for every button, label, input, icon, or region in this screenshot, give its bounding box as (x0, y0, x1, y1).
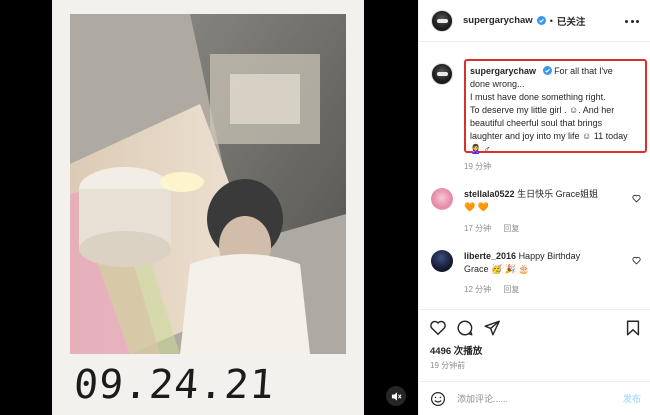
post-comment-button[interactable]: 发布 (623, 392, 641, 405)
emoji-icon[interactable] (430, 391, 446, 407)
comment-input[interactable] (457, 393, 597, 404)
like-comment-heart-icon[interactable] (632, 194, 641, 203)
post-media[interactable]: 09.24.21 (0, 0, 418, 415)
following-button[interactable]: 已关注 (557, 14, 586, 28)
post-sidebar: supergarychaw • 已关注 supergarychaw For al… (418, 0, 650, 415)
author-username[interactable]: supergarychaw (463, 15, 533, 26)
reply-button[interactable]: 回复 (503, 285, 519, 294)
comment-icon[interactable] (456, 319, 474, 337)
polaroid-frame: 09.24.21 (52, 0, 364, 415)
more-options-icon[interactable] (625, 14, 639, 28)
comment-body-line2: Grace 🥳 🎉 🎂 (464, 264, 530, 274)
verified-badge-icon (542, 66, 552, 75)
post-timestamp: 19 分钟前 (430, 361, 466, 370)
caption-username[interactable]: supergarychaw (470, 66, 536, 76)
caption-line: I must have done something right. (470, 92, 606, 102)
comment-username[interactable]: liberte_2016 (464, 251, 516, 261)
mute-button[interactable] (386, 386, 406, 406)
post-actions (429, 319, 641, 339)
separator-dot: • (549, 15, 553, 26)
caption-line: laughter and joy into my life ☺ 11 today (470, 131, 628, 141)
actions-divider (419, 309, 650, 310)
heart-icon[interactable] (429, 319, 447, 337)
post-header: supergarychaw • 已关注 (419, 0, 650, 42)
comment-text: liberte_2016 Happy Birthday Grace 🥳 🎉 🎂 (464, 250, 629, 276)
comment-meta: 17 分钟 回复 (464, 223, 529, 234)
caption-line: done wrong... (470, 79, 525, 89)
comment-item: liberte_2016 Happy Birthday Grace 🥳 🎉 🎂 … (431, 248, 641, 298)
comment-meta: 12 分钟 回复 (464, 284, 529, 295)
caption-line: To deserve my little girl . ☺. And her (470, 105, 615, 115)
comment-time: 12 分钟 (464, 285, 492, 294)
caption-line: beautiful cheerful soul that brings (470, 118, 603, 128)
share-icon[interactable] (483, 319, 501, 337)
views-count[interactable]: 4496 次播放 (430, 343, 482, 357)
verified-badge-icon (536, 16, 546, 25)
comment-body-line2: 🧡 🧡 (464, 202, 489, 212)
commenter-avatar[interactable] (431, 188, 453, 210)
like-comment-heart-icon[interactable] (632, 256, 641, 265)
comment-item: stellala0522 生日快乐 Grace姐姐 🧡 🧡 17 分钟 回复 (431, 186, 641, 236)
reply-button[interactable]: 回复 (503, 224, 519, 233)
comment-username[interactable]: stellala0522 (464, 189, 515, 199)
comment-body: Happy Birthday (518, 251, 581, 261)
comment-time: 17 分钟 (464, 224, 492, 233)
comment-text: stellala0522 生日快乐 Grace姐姐 🧡 🧡 (464, 188, 629, 214)
muted-speaker-icon (391, 391, 401, 401)
post-caption: supergarychaw For all that I've done wro… (464, 59, 647, 154)
commenter-avatar[interactable] (431, 250, 453, 272)
caption-avatar[interactable] (431, 63, 453, 85)
bookmark-icon[interactable] (624, 319, 642, 337)
caption-line: For all that I've (554, 66, 613, 76)
date-stamp: 09.24.21 (72, 362, 277, 408)
birthday-photo (70, 14, 346, 354)
comment-body: 生日快乐 Grace姐姐 (517, 189, 599, 199)
comment-composer: 发布 (419, 381, 650, 415)
author-avatar[interactable] (431, 9, 453, 32)
caption-timestamp: 19 分钟 (464, 162, 492, 171)
caption-line: 🙎‍♀️ ♂ (470, 144, 491, 154)
